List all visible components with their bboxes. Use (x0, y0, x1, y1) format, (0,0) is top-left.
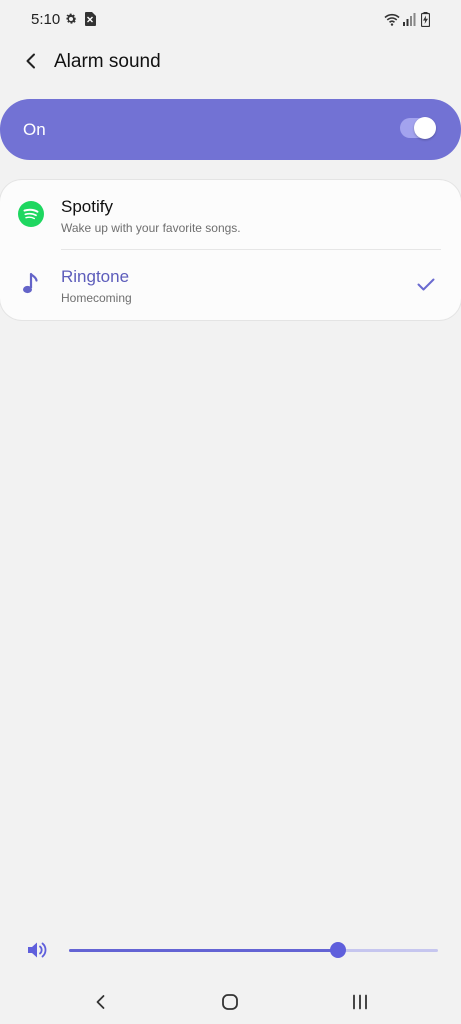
option-subtitle: Homecoming (61, 291, 132, 305)
page-title: Alarm sound (54, 51, 161, 72)
app-header: Alarm sound (0, 40, 461, 84)
option-ringtone[interactable]: Ringtone Homecoming (0, 250, 461, 320)
music-note-icon (18, 271, 44, 297)
option-spotify[interactable]: Spotify Wake up with your favorite songs… (0, 180, 461, 250)
spotify-icon (18, 201, 44, 227)
nav-recents-icon[interactable] (347, 989, 373, 1015)
slider-fill (69, 949, 339, 952)
back-button[interactable] (18, 48, 44, 74)
chevron-left-icon (18, 53, 44, 78)
volume-row (0, 932, 461, 968)
signal-icon (403, 13, 416, 31)
nav-home-icon[interactable] (217, 989, 243, 1015)
master-switch-label: On (23, 120, 46, 139)
sim-card-icon (84, 12, 96, 31)
volume-slider[interactable] (69, 940, 438, 960)
check-icon (416, 274, 436, 294)
settings-icon (64, 12, 78, 31)
status-bar: 5:10 (0, 0, 461, 40)
master-toggle[interactable] (400, 117, 436, 139)
nav-back-icon[interactable] (88, 989, 114, 1015)
option-title: Ringtone (61, 267, 130, 286)
speaker-icon[interactable] (27, 940, 49, 960)
battery-charging-icon (420, 12, 431, 32)
alarm-sound-options: Spotify Wake up with your favorite songs… (0, 180, 461, 320)
option-title: Spotify (61, 197, 113, 216)
navigation-bar (0, 980, 461, 1024)
toggle-thumb (414, 117, 436, 139)
option-subtitle: Wake up with your favorite songs. (61, 221, 241, 235)
master-switch-bar[interactable]: On (0, 99, 461, 160)
status-time: 5:10 (31, 11, 61, 28)
wifi-icon (384, 13, 400, 31)
slider-thumb[interactable] (330, 942, 347, 958)
